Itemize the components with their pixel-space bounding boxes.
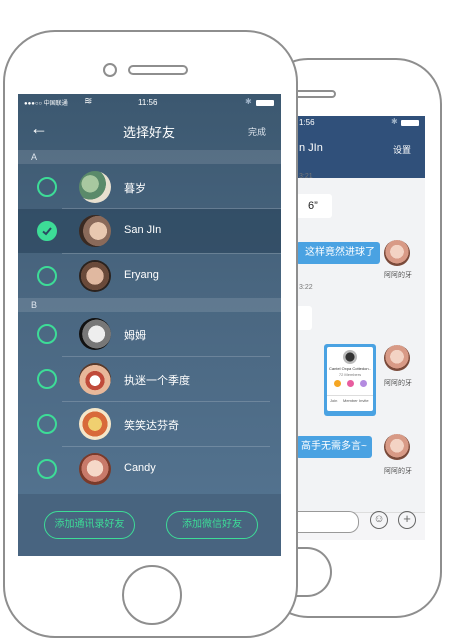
message-input-bar: ☺ +: [296, 511, 425, 540]
back-chat-screen: 1:56 ✱ n JIn 设置 3:21 6” 这样竟然进球了 阿阿的牙 3:2…: [296, 116, 425, 540]
sender-name: 阿阿的牙: [384, 380, 412, 387]
card-footer-item: Join: [330, 398, 338, 403]
arrow-left-icon[interactable]: ←: [30, 118, 48, 138]
settings-link[interactable]: 设置: [393, 143, 411, 156]
front-home-button[interactable]: [122, 565, 182, 625]
checkbox-unchecked[interactable]: [37, 266, 57, 286]
contact-row[interactable]: 执迷一个季度: [18, 357, 281, 401]
message-bubble-received[interactable]: 6”: [296, 194, 332, 218]
message-bubble-received: [296, 306, 312, 330]
contact-row[interactable]: Candy: [18, 447, 281, 491]
contact-name: San JIn: [124, 224, 162, 236]
battery-icon: [401, 120, 419, 126]
contact-name: 姆姆: [124, 330, 146, 342]
contact-row[interactable]: 暮岁: [18, 165, 281, 209]
avatar: [79, 171, 111, 203]
plus-icon[interactable]: +: [398, 511, 416, 529]
smiley-icon[interactable]: ☺: [370, 511, 388, 529]
nav-bar: ← 选择好友 完成: [18, 112, 281, 150]
front-camera: [103, 63, 117, 77]
message-bubble-sent[interactable]: 这样竟然进球了: [296, 242, 380, 264]
checkbox-unchecked[interactable]: [37, 369, 57, 389]
avatar[interactable]: [384, 345, 410, 371]
front-speaker: [128, 65, 188, 75]
contact-row[interactable]: Eryang: [18, 254, 281, 298]
avatar: [79, 408, 111, 440]
card-subtitle: 72 Members: [338, 372, 362, 377]
select-friends-screen: ●●●○○ 中国联通 ≋ 11:56 ✱ ← 选择好友 完成 A 暮岁 San …: [18, 94, 281, 556]
checkbox-unchecked[interactable]: [37, 177, 57, 197]
done-button[interactable]: 完成: [248, 125, 266, 138]
card-dot-icon: [360, 380, 367, 387]
avatar: [79, 215, 111, 247]
avatar: [79, 363, 111, 395]
card-dot-icon: [347, 380, 354, 387]
message-time: 3:21: [299, 173, 313, 180]
sender-name: 阿阿的牙: [384, 468, 412, 475]
contact-name: Eryang: [124, 269, 159, 281]
carrier-label: ●●●○○ 中国联通: [24, 101, 68, 107]
group-card-message[interactable]: Cantel Oxpa Cottedon... 72 Members Join …: [324, 344, 376, 416]
card-footer-item: Member: [343, 398, 358, 403]
message-text: 6”: [308, 200, 318, 212]
contact-name: 暮岁: [124, 183, 146, 195]
add-wechat-friends-button[interactable]: 添加微信好友: [166, 511, 258, 539]
card-title: Cantel Oxpa Cottedon...: [329, 366, 371, 371]
checkbox-unchecked[interactable]: [37, 414, 57, 434]
back-chat-title: n JIn: [299, 142, 323, 154]
avatar: [79, 318, 111, 350]
group-avatar: [343, 350, 357, 364]
status-bar: ●●●○○ 中国联通 ≋ 11:56 ✱: [18, 94, 281, 112]
bluetooth-icon: ✱: [245, 97, 252, 106]
check-icon: [42, 227, 52, 236]
avatar: [79, 260, 111, 292]
avatar: [79, 453, 111, 485]
message-text: 这样竟然进球了: [305, 247, 375, 258]
sender-name: 阿阿的牙: [384, 272, 412, 279]
contact-row[interactable]: 笑笑达芬奇: [18, 402, 281, 446]
checkbox-unchecked[interactable]: [37, 324, 57, 344]
contact-row[interactable]: 姆姆: [18, 312, 281, 356]
checkbox-unchecked[interactable]: [37, 459, 57, 479]
contact-name: Candy: [124, 462, 156, 474]
contact-row-selected[interactable]: San JIn: [18, 209, 281, 253]
card-footer-item: Invite: [359, 398, 369, 403]
bottom-action-bar: 添加通讯录好友 添加微信好友: [18, 494, 281, 556]
avatar[interactable]: [384, 434, 410, 460]
back-status-bar: 1:56 ✱: [296, 116, 425, 130]
card-dot-icon: [334, 380, 341, 387]
status-time: 11:56: [138, 98, 158, 107]
message-bubble-sent[interactable]: 高手无需多言~: [296, 436, 372, 458]
add-contacts-button[interactable]: 添加通讯录好友: [44, 511, 135, 539]
message-input[interactable]: [296, 511, 359, 533]
avatar[interactable]: [384, 240, 410, 266]
contact-name: 执迷一个季度: [124, 375, 190, 387]
back-status-time: 1:56: [299, 118, 315, 127]
section-header-a: A: [18, 150, 281, 164]
battery-icon: [256, 100, 274, 106]
message-text: 高手无需多言~: [301, 441, 367, 452]
contact-name: 笑笑达芬奇: [124, 420, 179, 432]
section-header-b: B: [18, 298, 281, 312]
checkbox-checked[interactable]: [37, 221, 57, 241]
back-phone-speaker: [292, 90, 336, 98]
page-title: 选择好友: [123, 125, 176, 140]
message-time: 3:22: [299, 284, 313, 291]
wifi-icon: ≋: [84, 96, 93, 107]
back-nav-bar: n JIn 设置: [296, 130, 425, 178]
bluetooth-icon: ✱: [391, 117, 398, 126]
